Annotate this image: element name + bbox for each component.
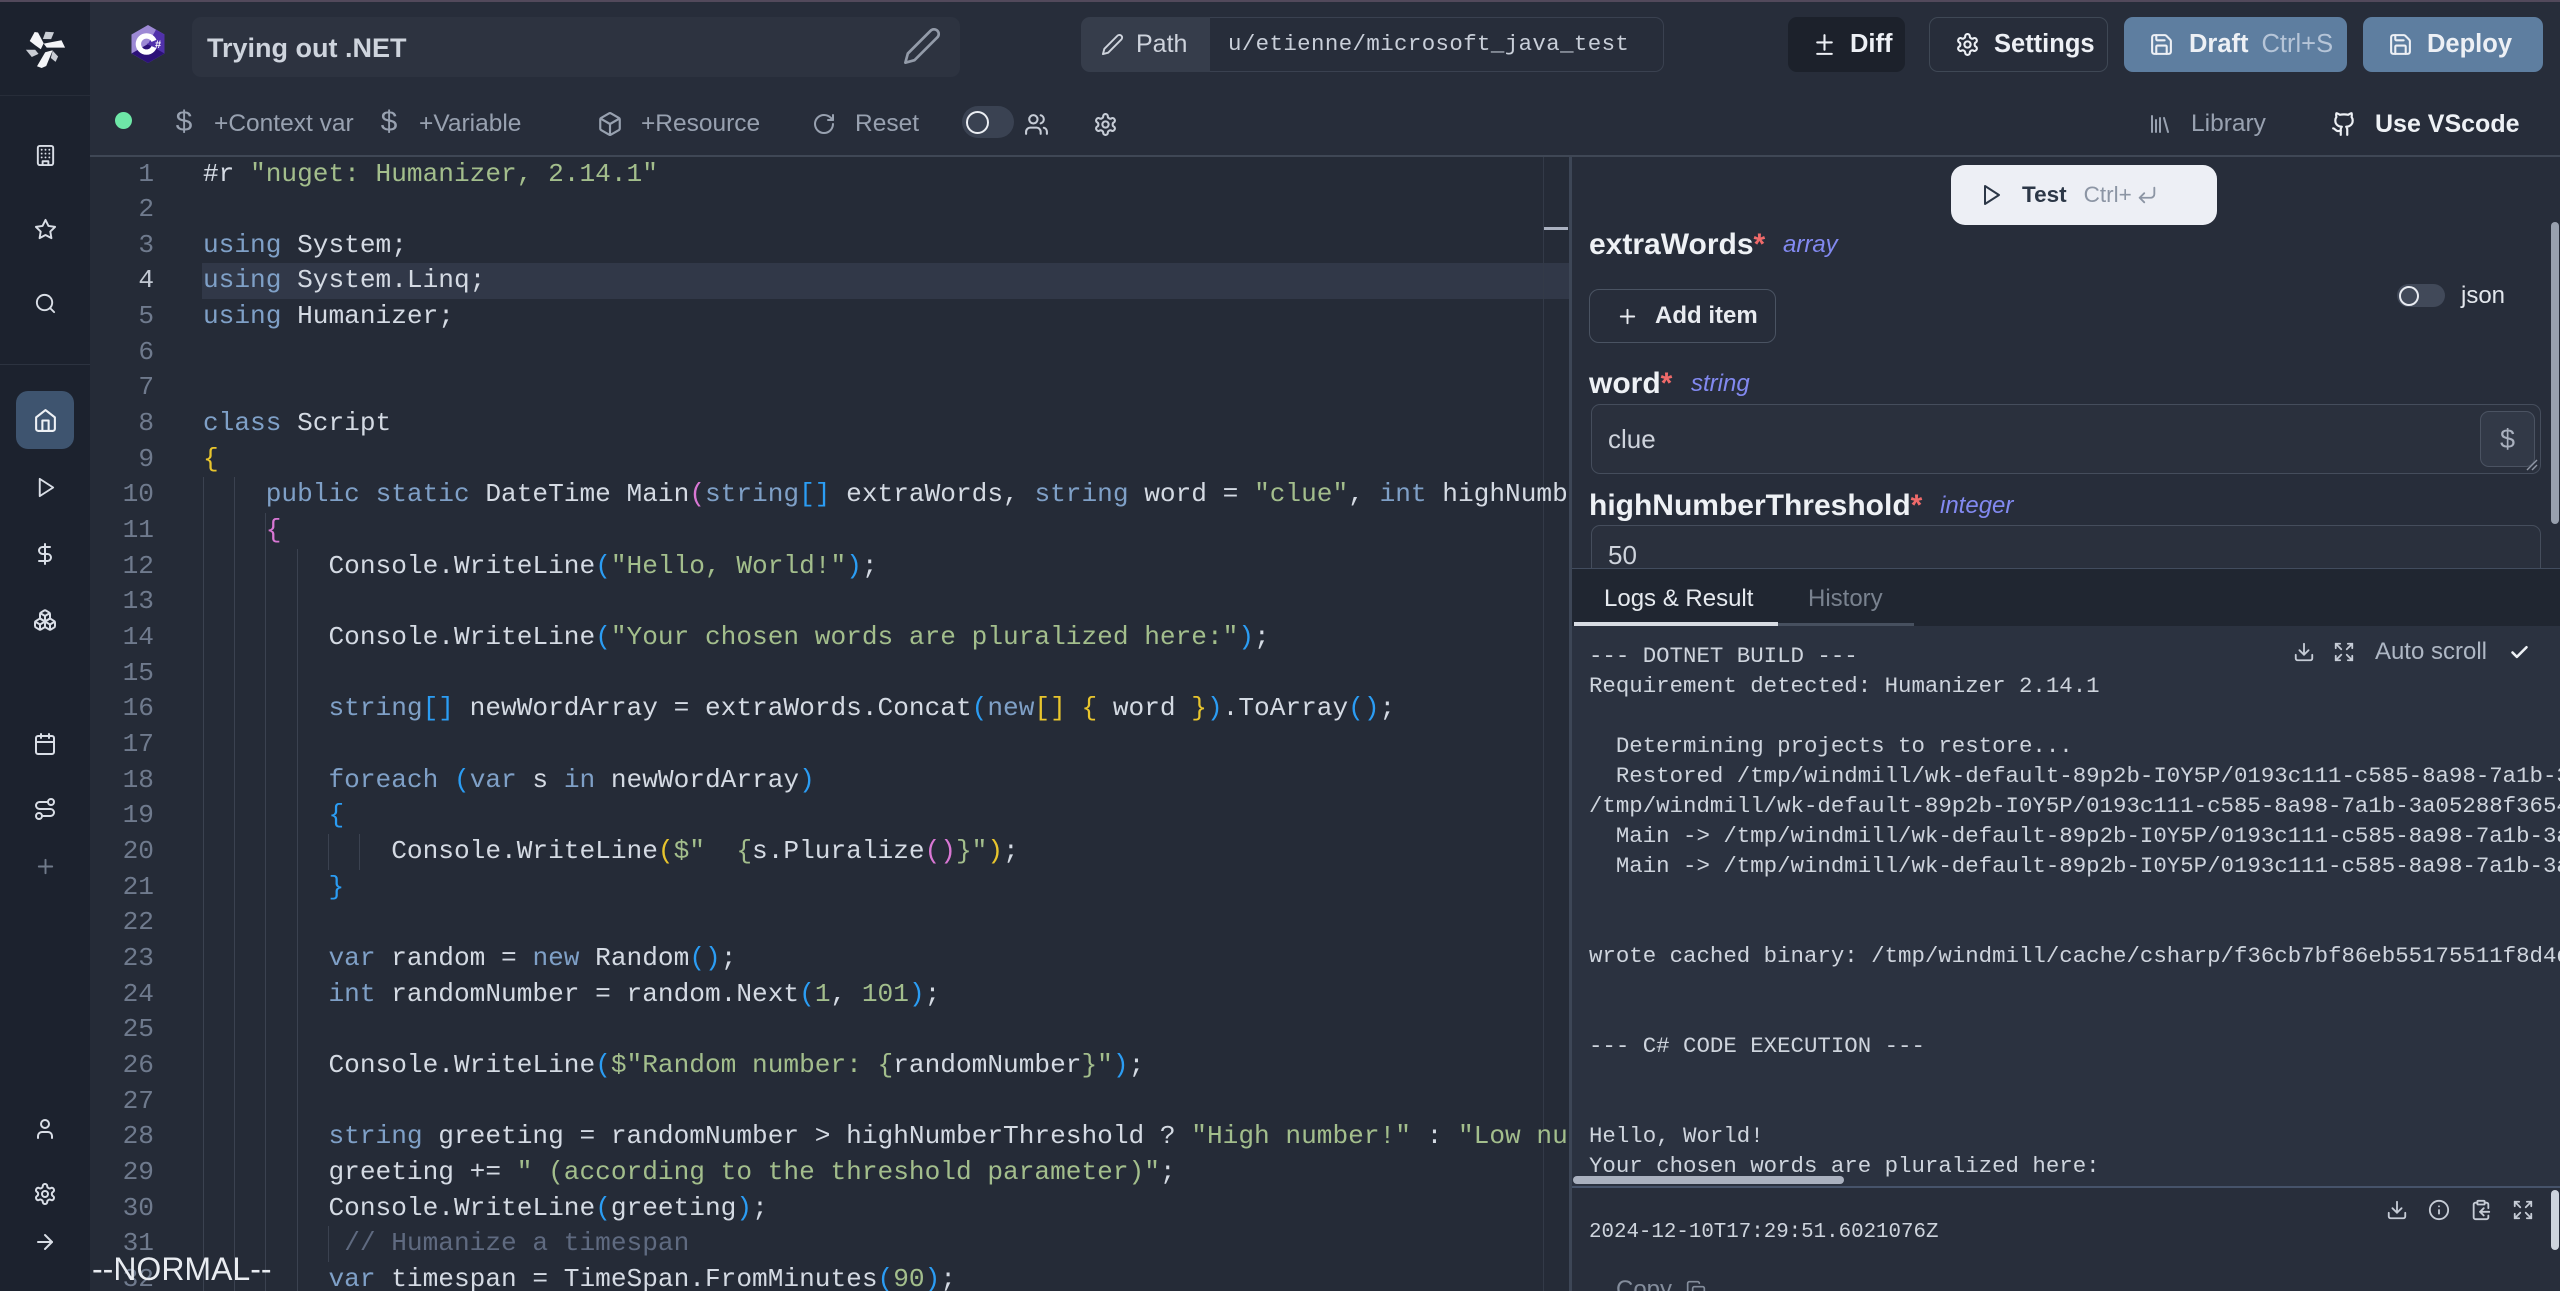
svg-text:#: # bbox=[155, 39, 161, 51]
